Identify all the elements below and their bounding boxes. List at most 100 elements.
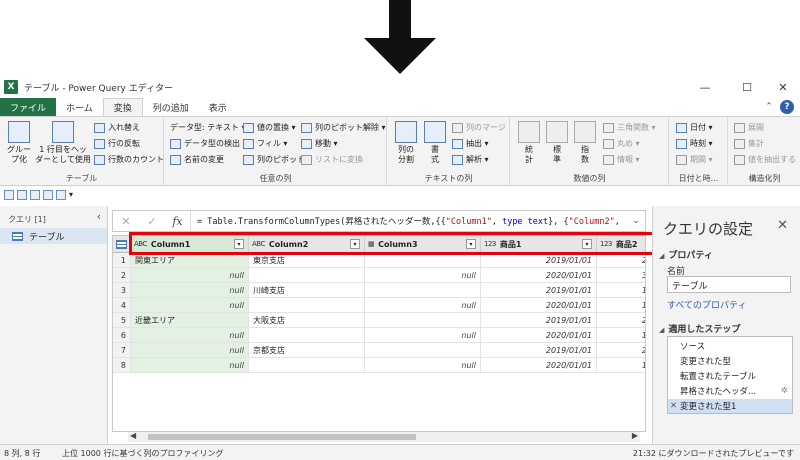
count-rows-button[interactable]: 行数のカウント bbox=[94, 154, 164, 165]
statistics-button[interactable]: 統 計 bbox=[517, 121, 541, 165]
step-item[interactable]: ソース bbox=[668, 339, 792, 353]
cell-column3[interactable]: null bbox=[365, 268, 481, 283]
properties-section[interactable]: ◢ プロパティ bbox=[659, 248, 713, 261]
scientific-button[interactable]: 指 数 bbox=[573, 121, 597, 165]
minimize-button[interactable]: — bbox=[688, 76, 722, 98]
cell-column3[interactable]: null bbox=[365, 328, 481, 343]
step-item[interactable]: 変更された型 bbox=[668, 354, 792, 368]
trigonometry-button[interactable]: 三角関数 ▾ bbox=[603, 122, 656, 133]
cell-column2[interactable]: 京都支店 bbox=[249, 343, 365, 358]
transpose-button[interactable]: 入れ替え bbox=[94, 122, 140, 133]
cell-column1[interactable]: null bbox=[131, 268, 249, 283]
group-by-button[interactable]: グルー プ化 bbox=[4, 121, 34, 165]
use-first-row-as-headers-button[interactable]: 1 行目をヘッ ダーとして使用 bbox=[35, 121, 91, 165]
merge-columns-button[interactable]: 列のマージ bbox=[452, 122, 506, 133]
gear-icon[interactable]: ✲ bbox=[781, 386, 788, 396]
cell-column1[interactable]: null bbox=[131, 343, 249, 358]
query-item[interactable]: テーブル bbox=[0, 228, 107, 244]
all-properties-link[interactable]: すべてのプロパティ bbox=[667, 298, 746, 311]
move-button[interactable]: 移動 ▾ bbox=[301, 138, 338, 149]
step-item[interactable]: 転置されたテーブル bbox=[668, 369, 792, 383]
extract-values-button[interactable]: 値を抽出する bbox=[734, 154, 796, 165]
pivot-column-button[interactable]: 列のピボット bbox=[243, 154, 305, 165]
cell-shohin2[interactable]: 10 bbox=[597, 283, 645, 298]
query-name-input[interactable]: テーブル bbox=[667, 276, 791, 293]
tab-file[interactable]: ファイル bbox=[0, 98, 57, 116]
cell-shohin2[interactable]: 23 bbox=[597, 253, 645, 268]
aggregate-button[interactable]: 集計 bbox=[734, 138, 764, 149]
unpivot-columns-button[interactable]: 列のピボット解除 ▾ bbox=[301, 122, 386, 133]
detect-data-type-button[interactable]: データ型の検出 bbox=[170, 138, 240, 149]
cell-column3[interactable] bbox=[365, 313, 481, 328]
data-type-dropdown[interactable]: データ型: テキスト ▾ bbox=[170, 122, 246, 133]
collapse-pane-icon[interactable]: ‹ bbox=[97, 210, 101, 223]
time-button[interactable]: 時刻 ▾ bbox=[676, 138, 713, 149]
chevron-up-icon[interactable]: ⌃ bbox=[762, 100, 776, 114]
maximize-button[interactable]: ☐ bbox=[730, 76, 764, 98]
expand-button[interactable]: 展開 bbox=[734, 122, 764, 133]
scroll-left-icon[interactable]: ◀ bbox=[130, 431, 136, 440]
cell-column2[interactable]: 川崎支店 bbox=[249, 283, 365, 298]
scroll-right-icon[interactable]: ▶ bbox=[632, 431, 638, 440]
cell-shohin1[interactable]: 2019/01/01 bbox=[481, 343, 597, 358]
cell-column1[interactable]: null bbox=[131, 283, 249, 298]
close-icon[interactable]: ✕ bbox=[777, 218, 788, 233]
date-button[interactable]: 日付 ▾ bbox=[676, 122, 713, 133]
split-column-button[interactable]: 列の 分割 bbox=[392, 121, 420, 165]
cell-shohin1[interactable]: 2020/01/01 bbox=[481, 328, 597, 343]
check-icon[interactable]: ✓ bbox=[139, 211, 165, 231]
close-apply-icon[interactable] bbox=[17, 190, 27, 200]
horizontal-scrollbar[interactable]: ◀ ▶ bbox=[128, 431, 640, 442]
cell-shohin2[interactable]: 18 bbox=[597, 328, 645, 343]
cell-shohin1[interactable]: 2019/01/01 bbox=[481, 253, 597, 268]
cell-column1[interactable]: 関東エリア bbox=[131, 253, 249, 268]
standard-button[interactable]: 標 準 bbox=[545, 121, 569, 165]
customize-dropdown-icon[interactable]: ▾ bbox=[69, 190, 79, 200]
formula-input[interactable]: = Table.TransformColumnTypes(昇格されたヘッダー数,… bbox=[191, 215, 627, 227]
convert-to-list-button[interactable]: リストに変換 bbox=[301, 154, 363, 165]
tab-home[interactable]: ホーム bbox=[56, 98, 103, 116]
extract-button[interactable]: 抽出 ▾ bbox=[452, 138, 489, 149]
cell-shohin2[interactable]: 13 bbox=[597, 358, 645, 373]
cell-shohin1[interactable]: 2020/01/01 bbox=[481, 268, 597, 283]
cell-column3[interactable] bbox=[365, 253, 481, 268]
cell-shohin2[interactable]: 16 bbox=[597, 298, 645, 313]
cell-column2[interactable] bbox=[249, 268, 365, 283]
replace-values-button[interactable]: 値の置換 ▾ bbox=[243, 122, 296, 133]
reverse-rows-button[interactable]: 行の反転 bbox=[94, 138, 140, 149]
duration-button[interactable]: 期間 ▾ bbox=[676, 154, 713, 165]
close-button[interactable]: ✕ bbox=[766, 76, 800, 98]
cell-column1[interactable]: 近畿エリア bbox=[131, 313, 249, 328]
rounding-button[interactable]: 丸め ▾ bbox=[603, 138, 640, 149]
cancel-icon[interactable]: ✕ bbox=[113, 211, 139, 231]
delete-step-icon[interactable]: ✕ bbox=[670, 401, 677, 411]
format-button[interactable]: 書 式 bbox=[422, 121, 448, 165]
cell-column3[interactable]: null bbox=[365, 358, 481, 373]
applied-steps-section[interactable]: ◢ 適用したステップ bbox=[659, 322, 740, 335]
cell-shohin1[interactable]: 2020/01/01 bbox=[481, 298, 597, 313]
cell-column1[interactable]: null bbox=[131, 328, 249, 343]
cell-shohin1[interactable]: 2020/01/01 bbox=[481, 358, 597, 373]
scrollbar-thumb[interactable] bbox=[148, 434, 416, 440]
tab-view[interactable]: 表示 bbox=[199, 98, 237, 116]
cell-column2[interactable]: 東京支店 bbox=[249, 253, 365, 268]
cell-shohin2[interactable]: 21 bbox=[597, 313, 645, 328]
status-profiling[interactable]: 上位 1000 行に基づく列のプロファイリング bbox=[62, 448, 223, 459]
cell-column1[interactable]: null bbox=[131, 358, 249, 373]
cell-column3[interactable] bbox=[365, 343, 481, 358]
tab-add-column[interactable]: 列の追加 bbox=[143, 98, 199, 116]
cell-column2[interactable] bbox=[249, 328, 365, 343]
tab-transform[interactable]: 変換 bbox=[102, 98, 143, 116]
cell-column2[interactable] bbox=[249, 358, 365, 373]
save-icon[interactable] bbox=[4, 190, 14, 200]
refresh-icon[interactable] bbox=[30, 190, 40, 200]
cell-shohin1[interactable]: 2019/01/01 bbox=[481, 313, 597, 328]
help-icon[interactable]: ? bbox=[780, 100, 794, 114]
cell-shohin1[interactable]: 2019/01/01 bbox=[481, 283, 597, 298]
cell-column2[interactable]: 大阪支店 bbox=[249, 313, 365, 328]
cell-shohin2[interactable]: 21 bbox=[597, 343, 645, 358]
fx-icon[interactable]: fx bbox=[165, 211, 191, 231]
step-item[interactable]: 昇格されたヘッダ... ✲ bbox=[668, 384, 792, 398]
cell-column3[interactable]: null bbox=[365, 298, 481, 313]
parse-button[interactable]: 解析 ▾ bbox=[452, 154, 489, 165]
